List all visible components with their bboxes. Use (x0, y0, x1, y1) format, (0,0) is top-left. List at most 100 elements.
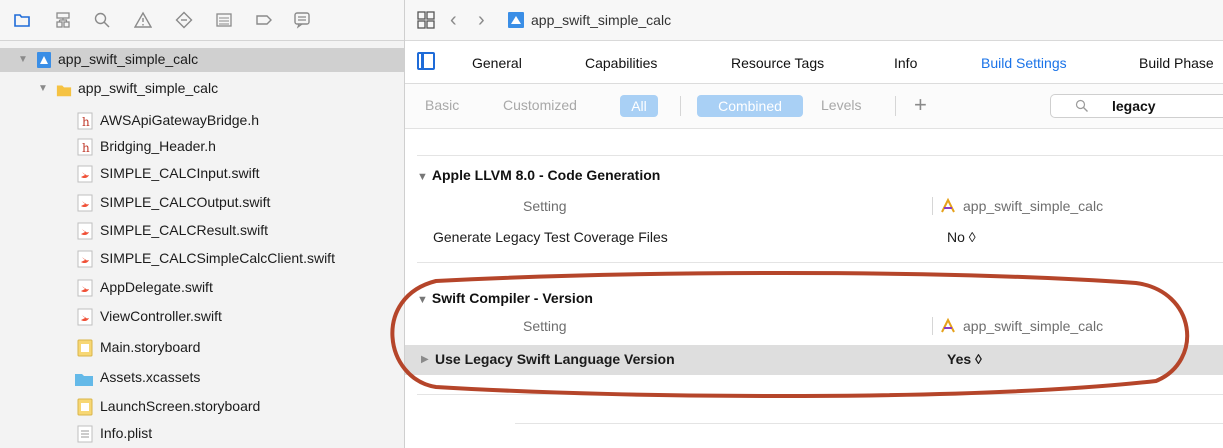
app-target-icon (941, 197, 955, 213)
related-items-icon[interactable] (417, 11, 435, 29)
svg-text:h: h (82, 141, 90, 155)
setting-column-header: Setting (523, 318, 567, 334)
setting-value-popup[interactable]: Yes ◊ (947, 351, 982, 367)
navigator-project-row[interactable]: ▼ app_swift_simple_calc (0, 48, 404, 72)
section-header-code-generation[interactable]: ▼ Apple LLVM 8.0 - Code Generation (417, 167, 660, 183)
file-row[interactable]: SIMPLE_CALCOutput.swift (0, 191, 404, 215)
project-icon (508, 12, 524, 28)
file-row[interactable]: SIMPLE_CALCResult.swift (0, 219, 404, 243)
swift-file-icon (77, 165, 93, 183)
file-row[interactable]: h Bridging_Header.h (0, 135, 404, 159)
tab-capabilities[interactable]: Capabilities (585, 55, 657, 71)
search-icon[interactable] (92, 10, 112, 30)
folder-icon (56, 85, 72, 97)
setting-value-popup[interactable]: No ◊ (947, 229, 976, 245)
setting-name: Use Legacy Swift Language Version (435, 351, 675, 367)
warning-icon[interactable] (133, 10, 153, 30)
tag-icon[interactable] (254, 10, 274, 30)
folder-icon[interactable] (12, 10, 32, 30)
filter-combined[interactable]: Combined (697, 95, 803, 117)
divider (932, 317, 933, 335)
file-label: Bridging_Header.h (100, 138, 216, 154)
section-title: Apple LLVM 8.0 - Code Generation (431, 167, 661, 183)
section-header-swift-compiler-version[interactable]: ▼ Swift Compiler - Version (417, 290, 593, 306)
disclosure-closed-icon[interactable]: ▶ (421, 354, 429, 365)
targets-sidebar-icon[interactable] (417, 52, 435, 70)
search-icon (1075, 99, 1088, 112)
setting-row-selected[interactable]: ▶ Use Legacy Swift Language Version Yes … (405, 345, 1223, 375)
divider (895, 96, 896, 116)
tab-resource-tags[interactable]: Resource Tags (731, 55, 824, 71)
file-row[interactable]: SIMPLE_CALCSimpleCalcClient.swift (0, 247, 404, 271)
add-setting-button[interactable]: + (914, 92, 927, 118)
plist-icon (77, 425, 93, 443)
navigator-group-row[interactable]: ▼ app_swift_simple_calc (0, 77, 404, 101)
header-file-icon: h (77, 138, 93, 156)
filter-basic[interactable]: Basic (425, 97, 459, 113)
swift-file-icon (77, 308, 93, 326)
section-title: Swift Compiler - Version (431, 290, 593, 306)
divider (680, 96, 681, 116)
project-navigator: ▼ app_swift_simple_calc ▼ app_swift_simp… (0, 0, 405, 448)
back-chevron-icon[interactable]: ‹ (450, 9, 457, 32)
file-label: Main.storyboard (100, 339, 201, 355)
forward-chevron-icon[interactable]: › (478, 9, 485, 32)
navigator-toolbar (0, 0, 404, 41)
tab-general[interactable]: General (472, 55, 522, 71)
file-label: Info.plist (100, 425, 153, 441)
file-label: SIMPLE_CALCOutput.swift (100, 194, 271, 210)
app-target-icon (941, 317, 955, 333)
project-label: app_swift_simple_calc (58, 51, 199, 67)
editor-area: ‹ › app_swift_simple_calc General Capabi… (405, 0, 1223, 448)
settings-filter-bar: Basic Customized All Combined Levels + l… (405, 84, 1223, 129)
file-label: Assets.xcassets (100, 369, 201, 385)
disclosure-open-icon[interactable]: ▼ (417, 171, 428, 183)
comment-icon[interactable] (292, 10, 312, 30)
target-column-header: app_swift_simple_calc (932, 317, 1103, 335)
breadcrumb[interactable]: app_swift_simple_calc (531, 12, 671, 28)
file-label: LaunchScreen.storyboard (100, 398, 261, 414)
filter-customized[interactable]: Customized (503, 97, 577, 113)
file-row[interactable]: AppDelegate.swift (0, 276, 404, 300)
divider (515, 423, 1223, 424)
file-row[interactable]: Main.storyboard (0, 336, 404, 360)
file-label: SIMPLE_CALCInput.swift (100, 165, 260, 181)
disclosure-open-icon[interactable]: ▼ (417, 294, 428, 306)
tab-info[interactable]: Info (894, 55, 917, 71)
file-label: SIMPLE_CALCSimpleCalcClient.swift (100, 250, 335, 266)
swift-file-icon (77, 222, 93, 240)
file-row[interactable]: Info.plist (0, 422, 404, 446)
asset-folder-icon (75, 374, 93, 386)
search-field[interactable]: legacy (1050, 94, 1223, 118)
setting-name: Generate Legacy Test Coverage Files (433, 229, 668, 245)
target-column-header: app_swift_simple_calc (932, 197, 1103, 215)
divider (417, 155, 1223, 156)
tab-build-settings[interactable]: Build Settings (981, 55, 1067, 71)
diamond-icon[interactable] (174, 10, 194, 30)
editor-tab-bar: General Capabilities Resource Tags Info … (405, 41, 1223, 84)
file-row[interactable]: SIMPLE_CALCInput.swift (0, 162, 404, 186)
svg-text:h: h (82, 115, 90, 129)
setting-column-header: Setting (523, 198, 567, 214)
divider (417, 262, 1223, 263)
filter-levels[interactable]: Levels (821, 97, 861, 113)
divider (417, 394, 1223, 395)
group-label: app_swift_simple_calc (78, 80, 219, 96)
project-icon (37, 52, 51, 68)
setting-row[interactable]: Generate Legacy Test Coverage Files No ◊ (405, 223, 1223, 253)
swift-file-icon (77, 250, 93, 268)
disclosure-open-icon[interactable]: ▼ (18, 54, 28, 65)
tab-build-phases[interactable]: Build Phase (1139, 55, 1214, 71)
file-row[interactable]: ViewController.swift (0, 305, 404, 329)
jump-bar: ‹ › app_swift_simple_calc (405, 0, 1223, 41)
list-icon[interactable] (214, 10, 234, 30)
disclosure-open-icon[interactable]: ▼ (38, 83, 48, 94)
filter-all[interactable]: All (620, 95, 658, 117)
search-value: legacy (1112, 98, 1156, 114)
file-label: AppDelegate.swift (100, 279, 213, 295)
file-row[interactable]: h AWSApiGatewayBridge.h (0, 109, 404, 133)
hierarchy-icon[interactable] (53, 10, 73, 30)
storyboard-icon (77, 398, 93, 416)
file-row[interactable]: LaunchScreen.storyboard (0, 395, 404, 419)
file-row[interactable]: Assets.xcassets (0, 366, 404, 390)
